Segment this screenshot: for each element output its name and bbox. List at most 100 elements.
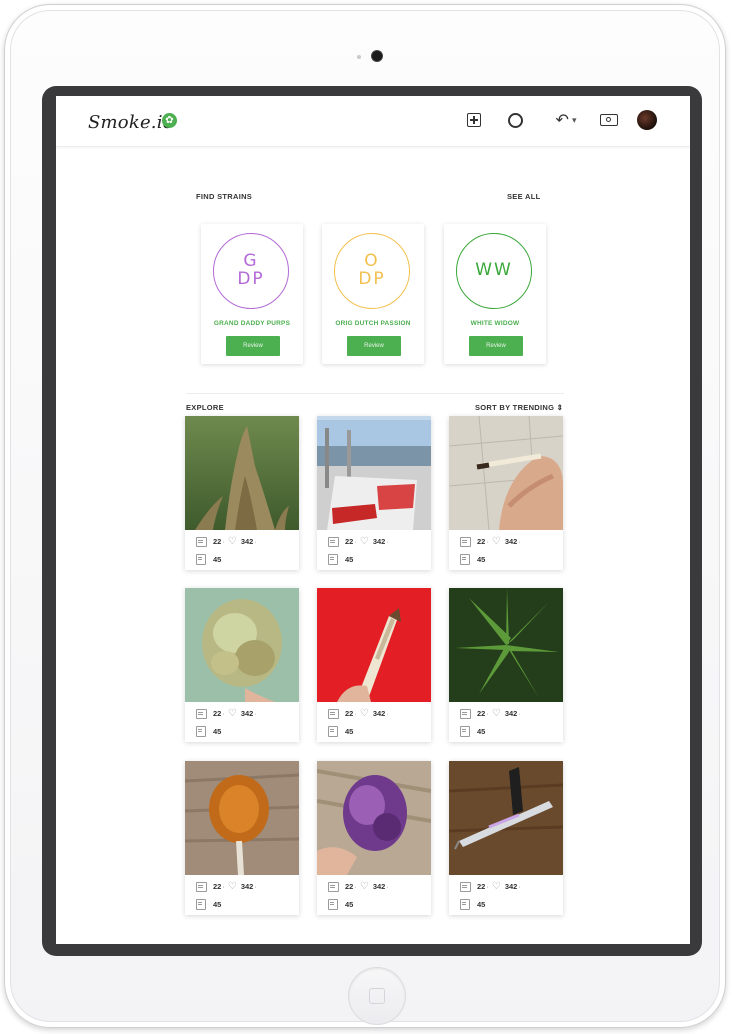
see-all-link[interactable]: SEE ALL <box>507 192 541 201</box>
like-count: 342 <box>504 882 518 891</box>
comment-icon[interactable] <box>460 708 471 719</box>
post-stats: 22 · ♡ 342 · <box>196 881 257 892</box>
comment-icon[interactable] <box>328 536 339 547</box>
post-stats-secondary: 45 <box>196 899 221 910</box>
review-button[interactable]: Review <box>347 336 401 356</box>
comment-icon[interactable] <box>196 881 207 892</box>
post-card[interactable]: 22 · ♡ 342 · 45 <box>449 416 563 570</box>
post-stats: 22 · ♡ 342 · <box>328 881 389 892</box>
post-stats: 22 · ♡ 342 · <box>196 708 257 719</box>
avatar[interactable] <box>637 110 657 130</box>
stat-separator: · <box>354 882 357 891</box>
post-card[interactable]: 22 · ♡ 342 · 45 <box>185 761 299 915</box>
post-card[interactable]: 22 · ♡ 342 · 45 <box>449 588 563 742</box>
post-image[interactable] <box>317 588 431 702</box>
heart-icon[interactable]: ♡ <box>492 536 501 547</box>
leaf-icon: ✿ <box>162 113 177 128</box>
heart-icon[interactable]: ♡ <box>492 881 501 892</box>
strain-logo: O DP <box>334 233 410 309</box>
document-icon[interactable] <box>328 554 338 565</box>
chevron-down-icon[interactable]: ▾ <box>572 115 577 126</box>
post-image[interactable] <box>449 588 563 702</box>
post-card[interactable]: 22 · ♡ 342 · 45 <box>185 588 299 742</box>
comment-icon[interactable] <box>328 708 339 719</box>
extra-count: 45 <box>345 727 354 736</box>
wallet-icon[interactable] <box>598 110 620 130</box>
review-button[interactable]: Review <box>469 336 523 356</box>
comment-icon[interactable] <box>196 708 207 719</box>
post-stats-secondary: 45 <box>460 899 485 910</box>
post-image[interactable] <box>185 416 299 530</box>
stat-separator: · <box>386 882 389 891</box>
comment-icon[interactable] <box>460 881 471 892</box>
sort-dropdown[interactable]: SORT BY TRENDING ⇕ <box>475 403 563 412</box>
like-count: 342 <box>372 882 386 891</box>
like-count: 342 <box>240 882 254 891</box>
comment-icon[interactable] <box>196 536 207 547</box>
post-image[interactable] <box>317 416 431 530</box>
strain-card[interactable]: O DP ORIG DUTCH PASSION Review <box>322 224 424 364</box>
stat-separator: · <box>354 709 357 718</box>
extra-count: 45 <box>477 900 486 909</box>
heart-icon[interactable]: ♡ <box>360 708 369 719</box>
document-icon[interactable] <box>328 899 338 910</box>
comment-count: 22 <box>345 882 354 891</box>
strain-card[interactable]: G DP GRAND DADDY PURPS Review <box>201 224 303 364</box>
document-icon[interactable] <box>328 726 338 737</box>
strain-card[interactable]: WW WHITE WIDOW Review <box>444 224 546 364</box>
post-stats-secondary: 45 <box>460 726 485 737</box>
strain-name[interactable]: GRAND DADDY PURPS <box>201 320 303 327</box>
document-icon[interactable] <box>196 554 206 565</box>
home-button[interactable] <box>348 967 406 1025</box>
like-count: 342 <box>504 709 518 718</box>
compass-icon[interactable] <box>506 110 524 130</box>
post-image[interactable] <box>185 588 299 702</box>
strain-name[interactable]: ORIG DUTCH PASSION <box>322 320 424 327</box>
comment-count: 22 <box>345 709 354 718</box>
post-card[interactable]: 22 · ♡ 342 · 45 <box>185 416 299 570</box>
logo[interactable]: Smoke.io <box>88 112 174 133</box>
post-stats-secondary: 45 <box>196 554 221 565</box>
stat-separator: · <box>486 537 489 546</box>
review-button[interactable]: Review <box>226 336 280 356</box>
post-stats: 22 · ♡ 342 · <box>328 708 389 719</box>
heart-icon[interactable]: ♡ <box>360 881 369 892</box>
stat-separator: · <box>222 537 225 546</box>
comment-icon[interactable] <box>328 881 339 892</box>
strain-name[interactable]: WHITE WIDOW <box>444 320 546 327</box>
stat-separator: · <box>486 709 489 718</box>
post-card[interactable]: 22 · ♡ 342 · 45 <box>449 761 563 915</box>
heart-icon[interactable]: ♡ <box>228 536 237 547</box>
stat-separator: · <box>518 882 521 891</box>
add-post-icon[interactable] <box>465 110 483 130</box>
document-icon[interactable] <box>460 726 470 737</box>
document-icon[interactable] <box>460 899 470 910</box>
post-card[interactable]: 22 · ♡ 342 · 45 <box>317 761 431 915</box>
like-count: 342 <box>240 537 254 546</box>
reply-all-icon[interactable]: ↶ ▾ <box>550 110 582 130</box>
document-icon[interactable] <box>460 554 470 565</box>
heart-icon[interactable]: ♡ <box>228 708 237 719</box>
like-count: 342 <box>504 537 518 546</box>
post-card[interactable]: 22 · ♡ 342 · 45 <box>317 588 431 742</box>
post-image[interactable] <box>317 761 431 875</box>
stat-separator: · <box>254 709 257 718</box>
post-image[interactable] <box>185 761 299 875</box>
post-card[interactable]: 22 · ♡ 342 · 45 <box>317 416 431 570</box>
document-icon[interactable] <box>196 726 206 737</box>
comment-icon[interactable] <box>460 536 471 547</box>
like-count: 342 <box>372 537 386 546</box>
heart-icon[interactable]: ♡ <box>492 708 501 719</box>
heart-icon[interactable]: ♡ <box>360 536 369 547</box>
extra-count: 45 <box>345 555 354 564</box>
heart-icon[interactable]: ♡ <box>228 881 237 892</box>
post-image[interactable] <box>449 761 563 875</box>
stat-separator: · <box>386 709 389 718</box>
strain-initials-line1: WW <box>475 260 513 281</box>
comment-count: 22 <box>477 537 486 546</box>
stat-separator: · <box>518 709 521 718</box>
post-image[interactable] <box>449 416 563 530</box>
document-icon[interactable] <box>196 899 206 910</box>
comment-count: 22 <box>213 537 222 546</box>
extra-count: 45 <box>477 727 486 736</box>
